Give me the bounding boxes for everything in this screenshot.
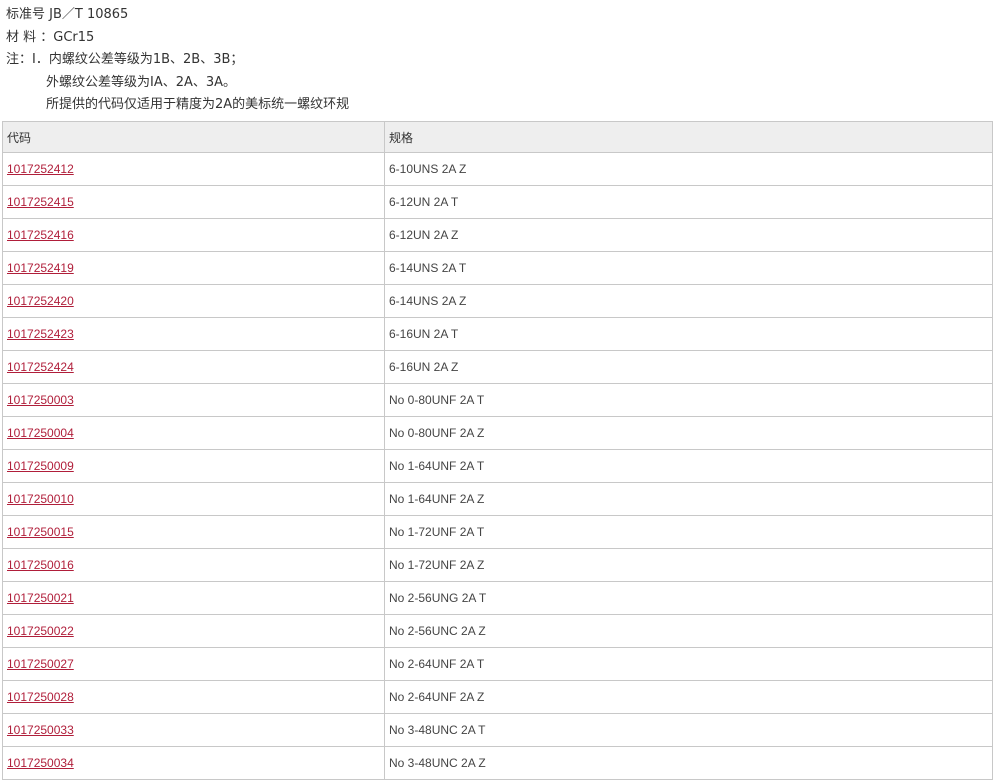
spec-cell: No 1-72UNF 2A Z <box>384 548 993 582</box>
column-header-spec: 规格 <box>384 121 993 153</box>
spec-cell: 6-16UN 2A T <box>384 317 993 351</box>
spec-cell: 6-10UNS 2A Z <box>384 152 993 186</box>
code-cell: 1017250033 <box>2 713 385 747</box>
code-cell: 1017252420 <box>2 284 385 318</box>
code-cell: 1017250003 <box>2 383 385 417</box>
code-cell: 1017252424 <box>2 350 385 384</box>
spec-cell: 6-16UN 2A Z <box>384 350 993 384</box>
code-link[interactable]: 1017252415 <box>7 195 74 209</box>
code-link[interactable]: 1017250015 <box>7 525 74 539</box>
spec-cell: 6-14UNS 2A Z <box>384 284 993 318</box>
code-link[interactable]: 1017250034 <box>7 756 74 770</box>
code-link[interactable]: 1017252419 <box>7 261 74 275</box>
code-cell: 1017250009 <box>2 449 385 483</box>
table-row: 1017250021 No 2-56UNG 2A T <box>2 581 993 615</box>
code-cell: 1017250015 <box>2 515 385 549</box>
table-row: 1017250004 No 0-80UNF 2A Z <box>2 416 993 450</box>
table-row: 1017252419 6-14UNS 2A T <box>2 251 993 285</box>
code-link[interactable]: 1017250027 <box>7 657 74 671</box>
spec-cell: No 2-56UNC 2A Z <box>384 614 993 648</box>
note-line-3: 所提供的代码仅适用于精度为2A的美标统一螺纹环规 <box>46 97 350 112</box>
code-cell: 1017250028 <box>2 680 385 714</box>
table-row: 1017252423 6-16UN 2A T <box>2 317 993 351</box>
code-cell: 1017252423 <box>2 317 385 351</box>
table-row: 1017250003 No 0-80UNF 2A T <box>2 383 993 417</box>
table-row: 1017250028 No 2-64UNF 2A Z <box>2 680 993 714</box>
table-row: 1017250034 No 3-48UNC 2A Z <box>2 746 993 780</box>
code-cell: 1017250034 <box>2 746 385 780</box>
table-row: 1017250015 No 1-72UNF 2A T <box>2 515 993 549</box>
code-cell: 1017250004 <box>2 416 385 450</box>
table-row: 1017252420 6-14UNS 2A Z <box>2 284 993 318</box>
code-link[interactable]: 1017250010 <box>7 492 74 506</box>
code-cell: 1017252412 <box>2 152 385 186</box>
spec-cell: 6-12UN 2A Z <box>384 218 993 252</box>
code-cell: 1017250027 <box>2 647 385 681</box>
spec-table: 代码 规格 1017252412 6-10UNS 2A Z 1017252415 6-… <box>2 121 993 780</box>
code-cell: 1017250016 <box>2 548 385 582</box>
spec-cell: No 2-64UNF 2A Z <box>384 680 993 714</box>
code-link[interactable]: 1017252423 <box>7 327 74 341</box>
table-row: 1017250027 No 2-64UNF 2A T <box>2 647 993 681</box>
table-row: 1017252424 6-16UN 2A Z <box>2 350 993 384</box>
spec-cell: No 1-64UNF 2A T <box>384 449 993 483</box>
code-cell: 1017250010 <box>2 482 385 516</box>
spec-cell: 6-14UNS 2A T <box>384 251 993 285</box>
code-link[interactable]: 1017252424 <box>7 360 74 374</box>
spec-cell: No 0-80UNF 2A T <box>384 383 993 417</box>
code-link[interactable]: 1017250016 <box>7 558 74 572</box>
code-link[interactable]: 1017252416 <box>7 228 74 242</box>
code-link[interactable]: 1017250009 <box>7 459 74 473</box>
spec-cell: 6-12UN 2A T <box>384 185 993 219</box>
code-cell: 1017252415 <box>2 185 385 219</box>
table-row: 1017250010 No 1-64UNF 2A Z <box>2 482 993 516</box>
code-link[interactable]: 1017250033 <box>7 723 74 737</box>
spec-cell: No 2-64UNF 2A T <box>384 647 993 681</box>
table-row: 1017252416 6-12UN 2A Z <box>2 218 993 252</box>
spec-cell: No 1-64UNF 2A Z <box>384 482 993 516</box>
code-link[interactable]: 1017252420 <box>7 294 74 308</box>
code-cell: 1017252416 <box>2 218 385 252</box>
code-link[interactable]: 1017250022 <box>7 624 74 638</box>
table-row: 1017250022 No 2-56UNC 2A Z <box>2 614 993 648</box>
table-body: 1017252412 6-10UNS 2A Z 1017252415 6-12UN 2… <box>2 152 993 780</box>
intro-notes: 标准号 JB／T 10865 材 料 ：GCr15 注：I．内螺纹公差等级为1B… <box>6 4 349 117</box>
material: 材 料 ：GCr15 <box>6 29 95 45</box>
spec-cell: No 0-80UNF 2A Z <box>384 416 993 450</box>
table-row: 1017252415 6-12UN 2A T <box>2 185 993 219</box>
spec-cell: No 3-48UNC 2A T <box>384 713 993 747</box>
code-cell: 1017252419 <box>2 251 385 285</box>
code-link[interactable]: 1017250004 <box>7 426 74 440</box>
code-link[interactable]: 1017250003 <box>7 393 74 407</box>
code-link[interactable]: 1017252412 <box>7 162 74 176</box>
spec-cell: No 2-56UNG 2A T <box>384 581 993 615</box>
code-cell: 1017250022 <box>2 614 385 648</box>
table-row: 1017250016 No 1-72UNF 2A Z <box>2 548 993 582</box>
column-header-code: 代码 <box>2 121 385 153</box>
table-row: 1017252412 6-10UNS 2A Z <box>2 152 993 186</box>
table-row: 1017250009 No 1-64UNF 2A T <box>2 449 993 483</box>
note-line-1: 注：I．内螺纹公差等级为1B、2B、3B； <box>6 52 244 67</box>
table-header-row: 代码 规格 <box>2 121 993 153</box>
table-row: 1017250033 No 3-48UNC 2A T <box>2 713 993 747</box>
spec-cell: No 1-72UNF 2A T <box>384 515 993 549</box>
code-link[interactable]: 1017250021 <box>7 591 74 605</box>
note-line-2: 外螺纹公差等级为IA、2A、3A。 <box>46 74 237 90</box>
standard-number: 标准号 JB／T 10865 <box>6 7 129 22</box>
code-link[interactable]: 1017250028 <box>7 690 74 704</box>
spec-cell: No 3-48UNC 2A Z <box>384 746 993 780</box>
code-cell: 1017250021 <box>2 581 385 615</box>
